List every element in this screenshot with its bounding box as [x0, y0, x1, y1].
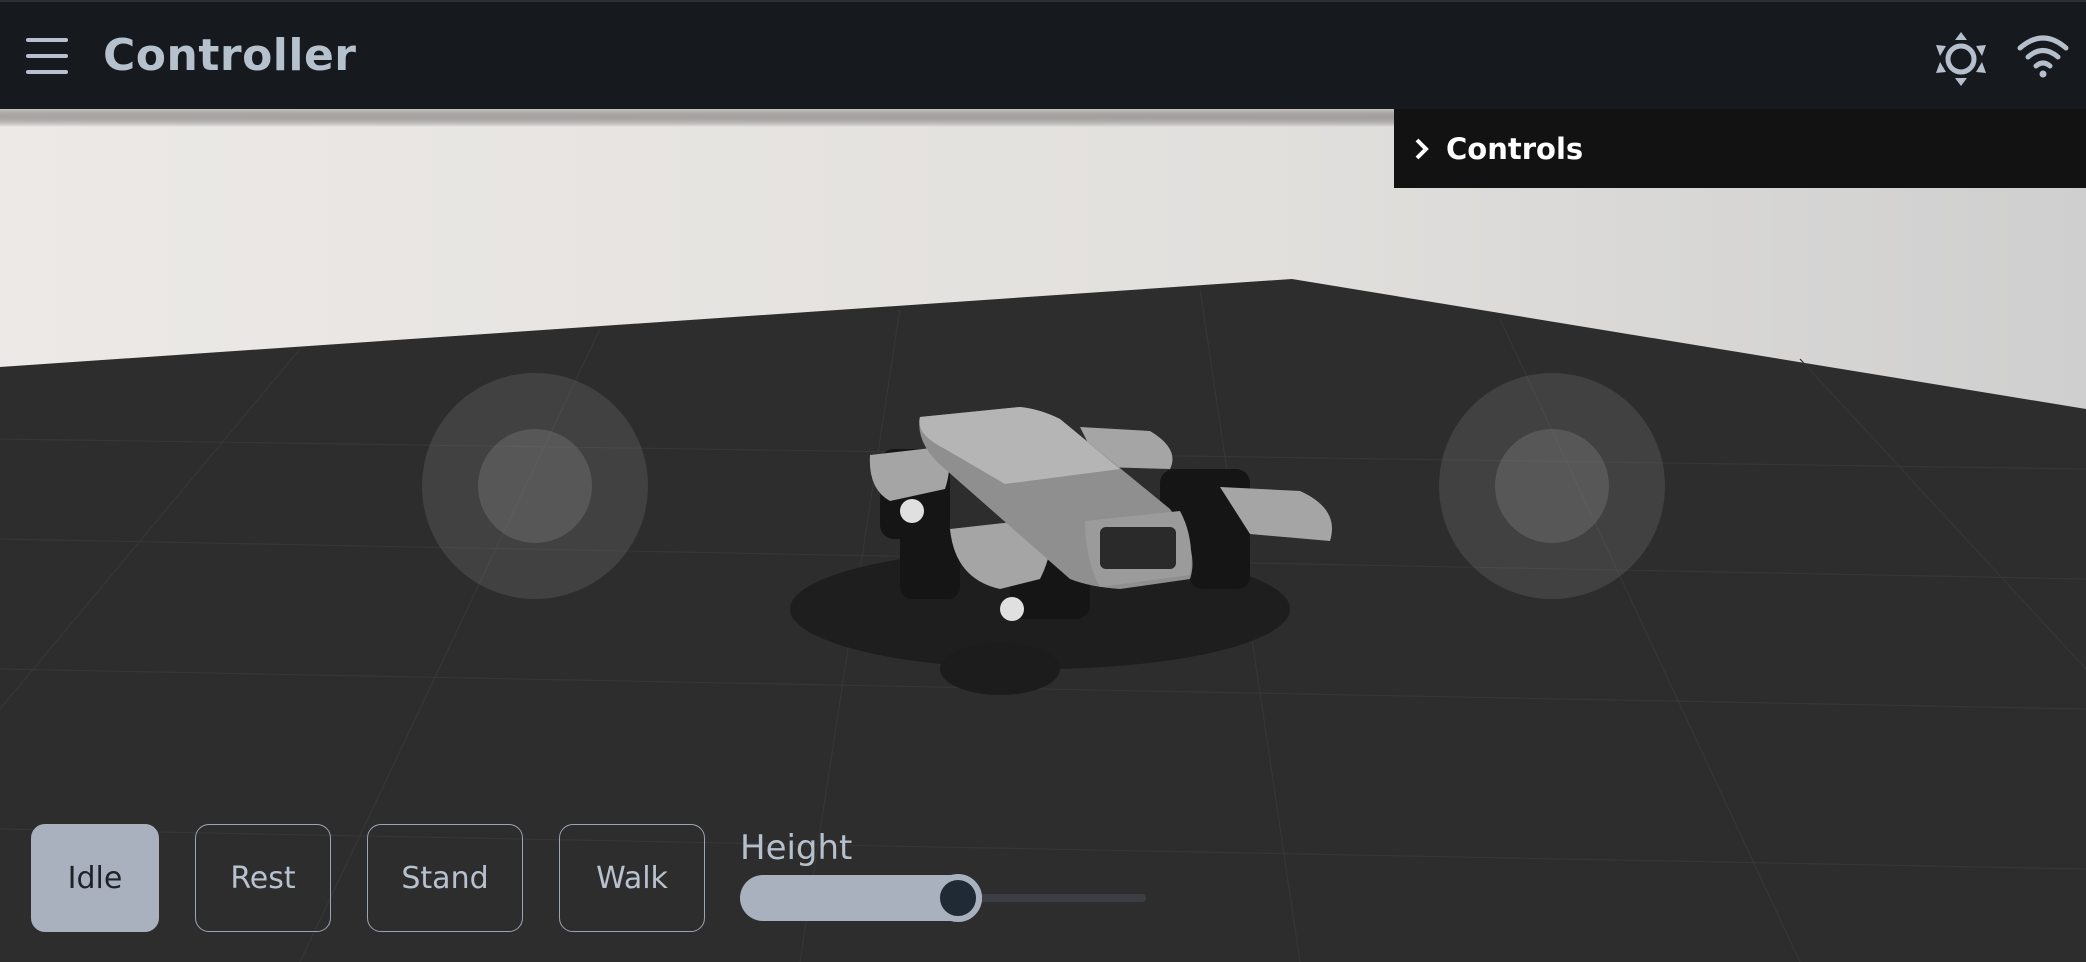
- brightness-icon[interactable]: [1934, 32, 1988, 86]
- rest-button[interactable]: Rest: [195, 824, 331, 932]
- hamburger-menu-icon[interactable]: [26, 38, 68, 74]
- left-joystick-knob[interactable]: [478, 429, 592, 543]
- idle-button[interactable]: Idle: [31, 824, 159, 932]
- right-joystick[interactable]: [1439, 373, 1665, 599]
- height-label: Height: [740, 828, 853, 868]
- app-header: Controller: [0, 0, 2086, 109]
- walk-button[interactable]: Walk: [559, 824, 705, 932]
- right-joystick-knob[interactable]: [1495, 429, 1609, 543]
- controls-panel-label: Controls: [1446, 131, 1584, 166]
- page-title: Controller: [103, 30, 357, 81]
- height-slider-thumb[interactable]: [934, 874, 982, 922]
- controls-panel-toggle[interactable]: Controls: [1394, 109, 2086, 188]
- chevron-right-icon: [1415, 138, 1429, 159]
- left-joystick[interactable]: [422, 373, 648, 599]
- wifi-icon[interactable]: [2016, 34, 2070, 78]
- stand-button[interactable]: Stand: [367, 824, 523, 932]
